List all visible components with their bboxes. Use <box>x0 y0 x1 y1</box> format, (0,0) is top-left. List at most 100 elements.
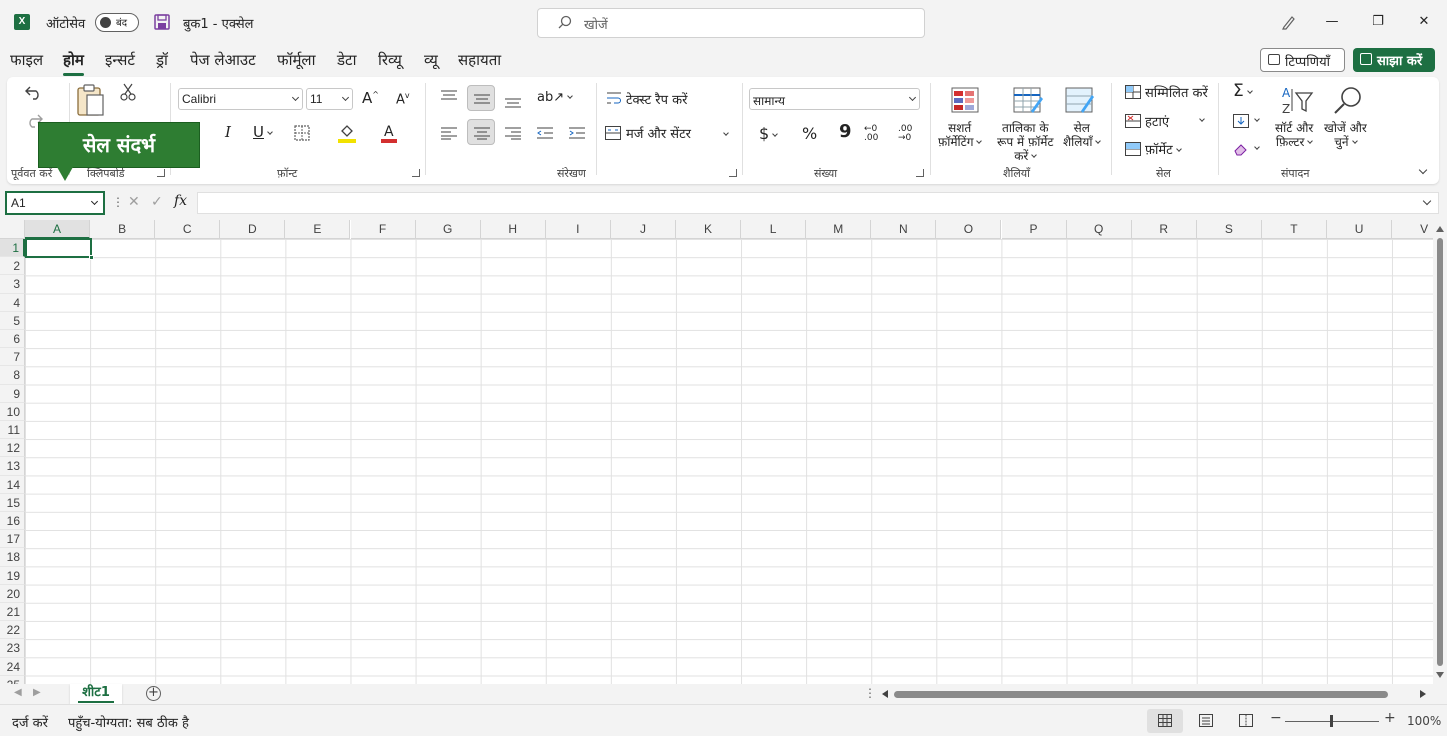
column-header[interactable]: F <box>350 220 416 239</box>
row-header[interactable]: 6 <box>0 330 25 349</box>
tab-help[interactable]: सहायता <box>458 50 501 70</box>
row-header[interactable]: 24 <box>0 657 25 676</box>
horizontal-scrollbar[interactable] <box>880 687 1428 701</box>
font-size-dropdown[interactable]: 11 <box>306 88 353 110</box>
row-header[interactable]: 13 <box>0 457 25 476</box>
row-header[interactable]: 16 <box>0 512 25 531</box>
align-bottom-icon[interactable] <box>505 94 521 108</box>
row-header[interactable]: 12 <box>0 439 25 458</box>
zoom-level[interactable]: 100% <box>1407 714 1441 728</box>
cut-icon[interactable] <box>120 83 136 101</box>
row-header[interactable]: 1 <box>0 239 25 258</box>
share-button[interactable]: साझा करें <box>1353 48 1435 72</box>
scroll-up-icon[interactable] <box>1436 226 1444 232</box>
decrease-decimal-icon[interactable]: .00 →0 <box>898 125 912 143</box>
font-color-icon[interactable]: A <box>381 123 397 143</box>
font-name-dropdown[interactable]: Calibri <box>178 88 303 110</box>
paste-icon[interactable] <box>75 83 105 117</box>
select-all-button[interactable] <box>0 220 25 239</box>
align-center-button[interactable] <box>467 119 495 145</box>
tab-home[interactable]: होम <box>63 50 84 76</box>
underline-icon[interactable]: U <box>253 123 273 141</box>
page-break-view-icon[interactable] <box>1239 714 1253 727</box>
undo-icon[interactable] <box>25 83 43 101</box>
row-header[interactable]: 11 <box>0 421 25 440</box>
tab-page-layout[interactable]: पेज लेआउट <box>190 50 256 70</box>
column-header[interactable]: E <box>285 220 351 239</box>
scroll-right-icon[interactable] <box>1420 690 1426 698</box>
merge-dropdown-icon[interactable] <box>723 130 729 136</box>
column-header[interactable]: N <box>871 220 937 239</box>
row-header[interactable]: 2 <box>0 257 25 276</box>
number-launcher-icon[interactable] <box>916 169 924 177</box>
add-sheet-icon[interactable]: + <box>146 686 161 701</box>
borders-icon[interactable] <box>294 125 310 141</box>
row-header[interactable]: 18 <box>0 548 25 567</box>
minimize-button[interactable]: — <box>1320 11 1344 33</box>
prev-sheet-icon[interactable]: ◀ <box>14 687 22 698</box>
row-header[interactable]: 22 <box>0 621 25 640</box>
percent-icon[interactable]: % <box>802 124 817 143</box>
column-header[interactable]: J <box>610 220 676 239</box>
column-header[interactable]: O <box>936 220 1002 239</box>
enter-icon[interactable]: ✓ <box>151 194 163 210</box>
row-header[interactable]: 5 <box>0 311 25 330</box>
column-header[interactable]: R <box>1131 220 1197 239</box>
alignment-launcher-icon[interactable] <box>729 169 737 177</box>
format-cells-button[interactable]: फ़ॉर्मेट <box>1145 140 1182 158</box>
column-header[interactable]: I <box>545 220 611 239</box>
insert-cells-button[interactable]: सम्मिलित करें <box>1145 83 1208 101</box>
autosum-icon[interactable]: Σ <box>1233 81 1253 101</box>
increase-font-icon[interactable]: A^ <box>362 89 379 107</box>
column-header[interactable]: Q <box>1066 220 1132 239</box>
tab-draw[interactable]: ड्रॉ <box>156 50 168 70</box>
fill-dropdown-icon[interactable] <box>1254 116 1260 122</box>
fill-handle[interactable] <box>89 255 94 260</box>
zoom-slider-thumb[interactable] <box>1330 715 1333 727</box>
row-header[interactable]: 23 <box>0 639 25 658</box>
row-header[interactable]: 4 <box>0 293 25 312</box>
clear-icon[interactable] <box>1233 141 1249 157</box>
save-icon[interactable] <box>154 14 170 30</box>
number-format-dropdown[interactable]: सामान्य <box>749 88 920 110</box>
scroll-down-icon[interactable] <box>1436 672 1444 678</box>
find-select-button[interactable]: खोजें और चुनें <box>1324 121 1367 149</box>
fill-color-icon[interactable] <box>338 123 356 143</box>
sort-filter-button[interactable]: सॉर्ट और फ़िल्टर <box>1275 121 1313 149</box>
row-header[interactable]: 8 <box>0 366 25 385</box>
active-cell[interactable] <box>25 238 94 260</box>
tab-file[interactable]: फाइल <box>10 50 43 70</box>
horizontal-scroll-thumb[interactable] <box>894 691 1388 698</box>
clipboard-launcher-icon[interactable] <box>157 169 165 177</box>
row-header[interactable]: 21 <box>0 603 25 622</box>
row-header[interactable]: 14 <box>0 475 25 494</box>
insert-function-button[interactable]: fx <box>174 193 187 209</box>
next-sheet-icon[interactable]: ▶ <box>33 687 41 698</box>
column-header[interactable]: C <box>155 220 221 239</box>
tab-formulas[interactable]: फॉर्मूला <box>277 50 315 70</box>
collapse-ribbon-icon[interactable] <box>1418 165 1428 175</box>
vertical-scroll-thumb[interactable] <box>1437 238 1443 666</box>
column-header[interactable]: B <box>90 220 156 239</box>
column-header[interactable]: D <box>220 220 286 239</box>
page-layout-view-icon[interactable] <box>1199 714 1213 727</box>
more-options-icon[interactable]: ⋮ <box>112 195 124 209</box>
sheet-tab[interactable]: शीट1 <box>70 684 122 704</box>
delete-cells-button[interactable]: हटाएं <box>1145 112 1169 130</box>
autosave-toggle[interactable]: बंद <box>95 13 139 32</box>
column-header[interactable]: S <box>1196 220 1262 239</box>
search-box[interactable]: खोजें <box>537 8 925 38</box>
column-header[interactable]: L <box>741 220 807 239</box>
delete-dropdown-icon[interactable] <box>1199 116 1205 122</box>
comma-style-icon[interactable]: 9 <box>839 121 852 142</box>
wrap-text-button[interactable]: टेक्स्ट रैप करें <box>626 90 687 108</box>
column-header[interactable]: T <box>1261 220 1327 239</box>
column-header[interactable]: A <box>25 220 91 239</box>
conditional-formatting-button[interactable]: सशर्त फ़ॉर्मेटिंग <box>938 121 983 149</box>
column-header[interactable]: P <box>1001 220 1067 239</box>
row-header[interactable]: 17 <box>0 530 25 549</box>
name-box-dropdown-icon[interactable] <box>90 197 99 206</box>
align-top-icon[interactable] <box>441 90 457 104</box>
scroll-left-icon[interactable] <box>882 690 888 698</box>
name-box[interactable]: A1 <box>5 191 105 215</box>
